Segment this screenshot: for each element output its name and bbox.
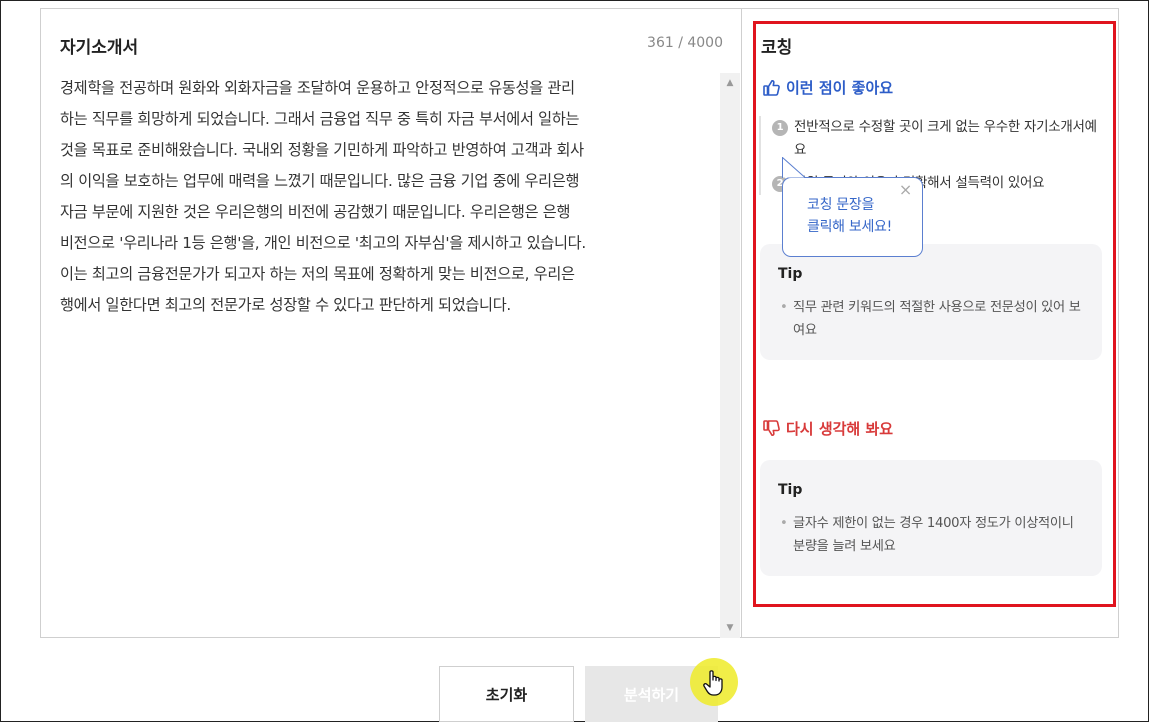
thumbs-down-icon bbox=[763, 420, 780, 437]
good-points-heading-text: 이런 점이 좋아요 bbox=[786, 79, 894, 97]
char-count: 361 / 4000 bbox=[647, 35, 723, 51]
scroll-down-icon[interactable]: ▼ bbox=[720, 620, 740, 636]
close-icon[interactable]: × bbox=[899, 182, 912, 198]
good-tip-box: Tip 직무 관련 키워드의 적절한 사용으로 전문성이 있어 보여요 bbox=[760, 244, 1102, 360]
rethink-heading-text: 다시 생각해 봐요 bbox=[786, 420, 894, 438]
coaching-title: 코칭 bbox=[761, 38, 793, 58]
good-points-heading: 이런 점이 좋아요 bbox=[763, 77, 893, 98]
tip-label: Tip bbox=[778, 482, 803, 498]
coaching-sentence-text: 전반적으로 수정할 곳이 크게 없는 우수한 자기소개서예요 bbox=[794, 119, 1097, 158]
scroll-up-icon[interactable]: ▲ bbox=[720, 75, 740, 91]
tooltip-text: 코칭 문장을 클릭해 보세요! bbox=[807, 197, 892, 235]
essay-editor-panel: 자기소개서 361 / 4000 경제학을 전공하며 원화와 외화자금을 조달하… bbox=[40, 8, 741, 638]
essay-textarea[interactable]: 경제학을 전공하며 원화와 외화자금을 조달하여 운용하고 안정적으로 유동성을… bbox=[60, 73, 700, 321]
hand-pointer-icon bbox=[703, 670, 723, 696]
essay-scrollbar[interactable]: ▲ ▼ bbox=[720, 73, 740, 638]
tooltip-tail bbox=[782, 157, 806, 178]
coaching-panel: 코칭 이런 점이 좋아요 1 전반적으로 수정할 곳이 크게 없는 우수한 자기… bbox=[741, 8, 1119, 638]
thumbs-up-icon bbox=[763, 79, 780, 96]
rethink-tip-box: Tip 글자수 제한이 없는 경우 1400자 정도가 이상적이니 분량을 늘려… bbox=[760, 460, 1102, 576]
tip-label: Tip bbox=[778, 266, 803, 282]
tip-text: 직무 관련 키워드의 적절한 사용으로 전문성이 있어 보여요 bbox=[778, 296, 1084, 342]
coaching-sentence[interactable]: 1 전반적으로 수정할 곳이 크게 없는 우수한 자기소개서예요 bbox=[772, 116, 1099, 162]
coaching-tooltip: 코칭 문장을 클릭해 보세요! × bbox=[782, 177, 923, 257]
tip-text: 글자수 제한이 없는 경우 1400자 정도가 이상적이니 분량을 늘려 보세요 bbox=[778, 512, 1084, 558]
reset-button[interactable]: 초기화 bbox=[439, 666, 574, 722]
editor-title: 자기소개서 bbox=[60, 38, 139, 58]
item-number-badge: 1 bbox=[772, 120, 788, 136]
rethink-heading: 다시 생각해 봐요 bbox=[763, 418, 893, 439]
